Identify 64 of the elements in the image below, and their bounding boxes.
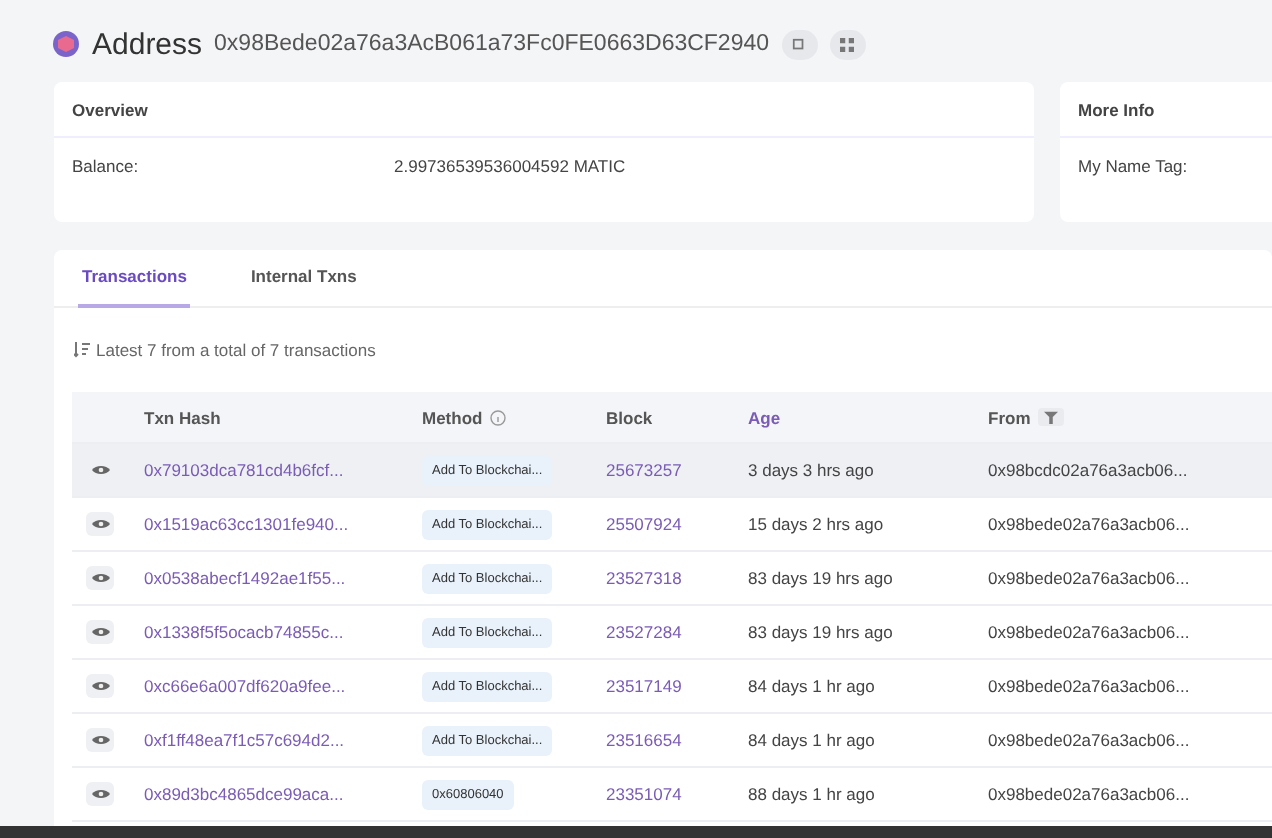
block-link[interactable]: 25673257 <box>606 460 748 480</box>
tab[interactable]: Internal Txns <box>246 266 361 308</box>
copy-button[interactable] <box>781 29 818 59</box>
block-link[interactable]: 23527284 <box>606 622 748 642</box>
block-link[interactable]: 25507924 <box>606 514 748 534</box>
eye-icon <box>91 518 109 530</box>
view-button[interactable] <box>86 620 114 644</box>
age-text: 83 days 19 hrs ago <box>748 568 895 588</box>
summary-text: Latest 7 from a total of 7 transactions <box>96 340 376 360</box>
column-header: Age <box>748 407 781 427</box>
view-button[interactable] <box>86 512 114 536</box>
address-text: 0x98Bede02a76a3AcB061a73Fc0FE0663D63CF2940 <box>214 32 770 56</box>
from-address: 0x98bede02a76a3acb06... <box>988 784 1192 804</box>
column-header: Method <box>422 407 483 427</box>
txn-hash-link[interactable]: 0xc66e6a007df620a9fee... <box>144 676 422 696</box>
card-title: More Info <box>1078 99 1155 119</box>
from-address: 0x98bede02a76a3acb06... <box>988 730 1192 750</box>
age-text: 88 days 1 hr ago <box>748 784 877 804</box>
eye-icon <box>91 464 109 476</box>
view-button[interactable] <box>86 566 114 590</box>
sort-icon <box>74 342 90 358</box>
eye-icon <box>91 626 109 638</box>
eye-icon <box>91 788 109 800</box>
eye-icon <box>91 734 109 746</box>
column-header: From <box>988 407 1031 427</box>
eye-icon <box>91 572 109 584</box>
block-link[interactable]: 23516654 <box>606 730 748 750</box>
age-text: 84 days 1 hr ago <box>748 676 877 696</box>
from-address: 0x98bede02a76a3acb06... <box>988 514 1192 534</box>
block-link[interactable]: 23527318 <box>606 568 748 588</box>
age-text: 15 days 2 hrs ago <box>748 514 886 534</box>
name-tag-label: My Name Tag: <box>1078 156 1188 176</box>
txn-hash-link[interactable]: 0x89d3bc4865dce99aca... <box>144 784 422 804</box>
from-address: 0x98bcdc02a76a3acb06... <box>988 460 1190 480</box>
age-text: 3 days 3 hrs ago <box>748 460 876 480</box>
balance-value: 2.99736539536004592 MATIC <box>394 156 626 176</box>
column-header: Block <box>606 407 653 427</box>
view-button[interactable] <box>86 674 114 698</box>
txn-hash-link[interactable]: 0x1338f5f5ocacb74855c... <box>144 622 422 642</box>
block-link[interactable]: 23517149 <box>606 676 748 696</box>
block-link[interactable]: 23351074 <box>606 784 748 804</box>
from-address: 0x98bede02a76a3acb06... <box>988 622 1192 642</box>
txn-hash-link[interactable]: 0x0538abecf1492ae1f55... <box>144 568 422 588</box>
info-icon <box>490 409 507 425</box>
view-button[interactable] <box>86 782 114 806</box>
grid-icon <box>840 37 855 51</box>
age-text: 84 days 1 hr ago <box>748 730 877 750</box>
age-text: 83 days 19 hrs ago <box>748 622 895 642</box>
tab[interactable]: Transactions <box>78 266 191 308</box>
card-title: Overview <box>72 99 148 119</box>
from-address: 0x98bede02a76a3acb06... <box>988 676 1192 696</box>
txn-hash-link[interactable]: 0x1519ac63cc1301fe940... <box>144 514 422 534</box>
from-address: 0x98bede02a76a3acb06... <box>988 568 1192 588</box>
balance-label: Balance: <box>72 156 141 176</box>
cube-icon <box>52 30 80 58</box>
view-button[interactable] <box>86 728 114 752</box>
copy-icon <box>792 37 807 51</box>
page-title: Address <box>92 27 203 61</box>
qr-code-button[interactable] <box>829 29 866 59</box>
txn-hash-link[interactable]: 0xf1ff48ea7f1c57c694d2... <box>144 730 422 750</box>
column-header: Txn Hash <box>144 407 221 427</box>
filter-icon[interactable] <box>1038 408 1065 426</box>
eye-icon <box>91 680 109 692</box>
txn-hash-link[interactable]: 0x79103dca781cd4b6fcf... <box>144 460 422 480</box>
